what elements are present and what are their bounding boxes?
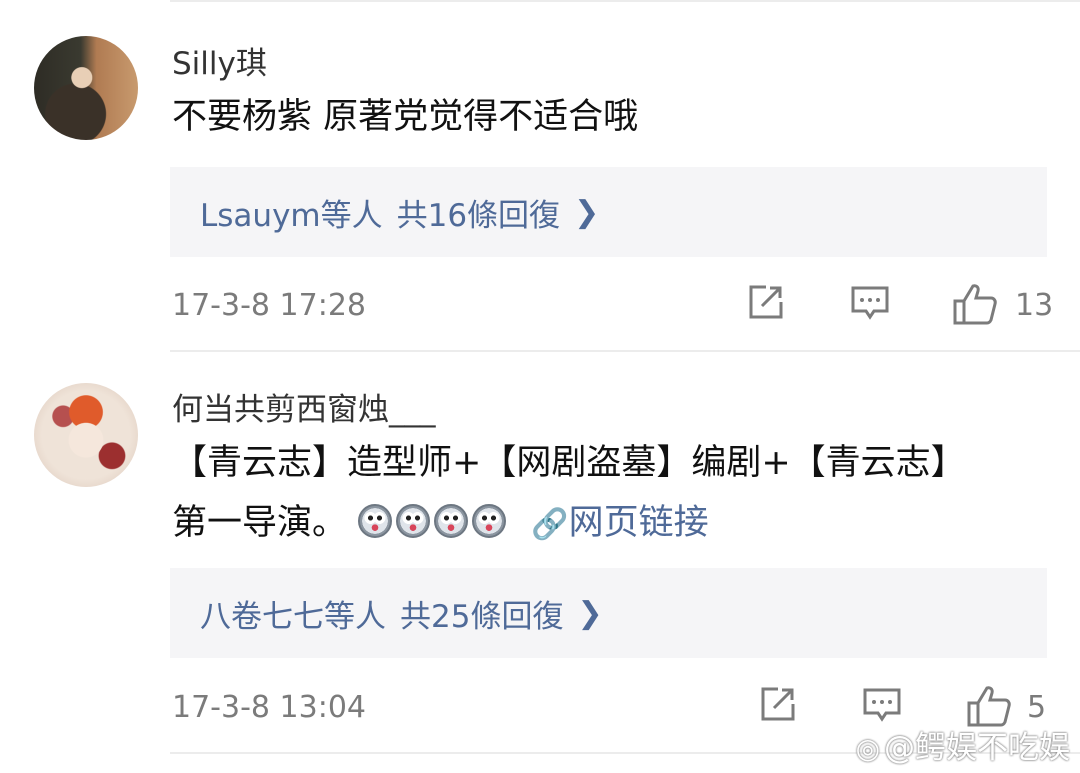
comment-icon [863,688,901,722]
arrow-right-icon: ❯ [574,194,600,230]
comment-button[interactable] [862,684,902,724]
emoji-icon [434,504,469,538]
reply-count: 共25條回復 [400,598,564,635]
like-button[interactable] [952,282,998,326]
share-button[interactable] [746,282,786,322]
comment-text-line-1: 【青云志】造型师+【网剧盗墓】编剧+【青云志】 [172,443,966,483]
share-button[interactable] [758,684,798,724]
share-icon [749,285,783,319]
arrow-right-icon: ❯ [577,595,603,631]
watermark-text: @鳄娱不吃娱 [884,730,1070,766]
like-icon [953,284,997,325]
avatar[interactable] [34,36,138,140]
comment-icon [851,286,889,320]
link-icon: 🔗 [531,507,569,542]
avatar[interactable] [34,383,138,487]
watermark: ◎ @鳄娱不吃娱 [856,722,1070,767]
comment-divider [170,350,1080,352]
like-count: 13 [1015,288,1054,323]
emoji-icon [472,504,507,538]
reply-names: Lsauym等人 [200,197,383,234]
web-link[interactable]: 🔗网页链接 [531,503,708,543]
emoji-icon [396,504,431,538]
username[interactable]: 何当共剪西窗烛___ [172,384,436,429]
timestamp: 17-3-8 13:04 [172,690,366,725]
username[interactable]: Silly琪 [172,38,267,83]
weibo-logo-icon: ◎ [855,732,880,765]
comment-meta: 17-3-8 17:28 13 [172,282,1053,332]
timestamp: 17-3-8 17:28 [172,288,366,323]
comment-button[interactable] [850,282,890,322]
replies-summary[interactable]: Lsauym等人 共16條回復 ❯ [170,167,1047,257]
replies-summary[interactable]: 八卷七七等人 共25條回復 ❯ [170,568,1047,658]
top-divider [170,0,1080,2]
comment-text: 第一导演。 [172,503,348,543]
emoji-icon [358,504,393,538]
share-icon [761,687,795,721]
comment-text-line-2: 第一导演。 🔗网页链接 [172,494,709,554]
link-label: 网页链接 [568,503,709,543]
reply-names: 八卷七七等人 [200,598,386,635]
comment-text: 不要杨紫 原著党觉得不适合哦 [172,97,639,137]
like-count: 5 [1027,690,1047,725]
reply-count: 共16條回復 [396,197,561,234]
